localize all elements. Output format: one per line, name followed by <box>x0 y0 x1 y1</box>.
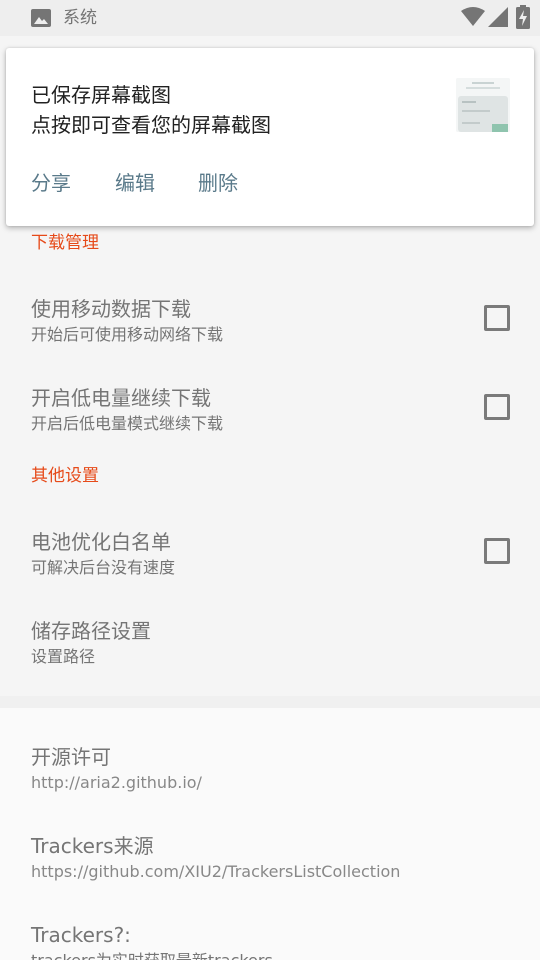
image-icon <box>31 9 51 27</box>
notification-title: 已保存屏幕截图 <box>31 83 171 107</box>
pref-mobile-data-download[interactable]: 使用移动数据下载 开始后可使用移动网络下载 <box>0 296 540 356</box>
pref-title: Trackers?: <box>31 923 131 947</box>
pref-title: 储存路径设置 <box>31 619 151 643</box>
pref-title: 开启低电量继续下载 <box>31 386 211 410</box>
pref-title: 电池优化白名单 <box>31 530 171 554</box>
edit-button[interactable]: 编辑 <box>115 170 155 196</box>
pref-trackers-source[interactable]: Trackers来源 https://github.com/XIU2/Track… <box>0 833 540 893</box>
settings-group-about: 开源许可 http://aria2.github.io/ Trackers来源 … <box>0 708 540 960</box>
battery-whitelist-checkbox[interactable] <box>484 538 510 564</box>
section-header-download: 下载管理 <box>31 233 99 253</box>
pref-title: 使用移动数据下载 <box>31 297 191 321</box>
pref-storage-path[interactable]: 储存路径设置 设置路径 <box>0 618 540 678</box>
share-button[interactable]: 分享 <box>31 170 71 196</box>
pref-open-source-license[interactable]: 开源许可 http://aria2.github.io/ <box>0 744 540 804</box>
screenshot-thumbnail[interactable] <box>456 78 510 132</box>
pref-summary: 开始后可使用移动网络下载 <box>31 325 224 344</box>
pref-summary: 开启后低电量模式继续下载 <box>31 414 224 433</box>
battery-charging-icon <box>516 5 530 29</box>
notification-text: 点按即可查看您的屏幕截图 <box>31 113 271 137</box>
pref-summary: https://github.com/XIU2/TrackersListColl… <box>31 862 401 881</box>
low-battery-checkbox[interactable] <box>484 394 510 420</box>
pref-summary: trackers为实时获取最新trackers <box>31 950 273 960</box>
wifi-icon <box>461 7 485 26</box>
pref-summary: http://aria2.github.io/ <box>31 773 202 792</box>
pref-low-battery-download[interactable]: 开启低电量继续下载 开启后低电量模式继续下载 <box>0 385 540 445</box>
pref-title: 开源许可 <box>31 745 111 769</box>
section-header-other: 其他设置 <box>31 466 99 486</box>
mobile-data-checkbox[interactable] <box>484 305 510 331</box>
pref-battery-whitelist[interactable]: 电池优化白名单 可解决后台没有速度 <box>0 529 540 589</box>
cell-signal-icon <box>488 7 508 27</box>
status-bar-app-name: 系统 <box>63 8 97 28</box>
pref-summary: 可解决后台没有速度 <box>31 558 176 577</box>
status-bar: 系统 <box>0 0 540 36</box>
delete-button[interactable]: 删除 <box>198 170 238 196</box>
pref-trackers[interactable]: Trackers?: trackers为实时获取最新trackers <box>0 922 540 960</box>
screenshot-notification[interactable]: 已保存屏幕截图 点按即可查看您的屏幕截图 分享 编辑 删除 <box>6 48 534 226</box>
pref-title: Trackers来源 <box>31 834 154 858</box>
thumbnail-preview-image <box>456 78 510 132</box>
pref-summary: 设置路径 <box>31 647 96 666</box>
